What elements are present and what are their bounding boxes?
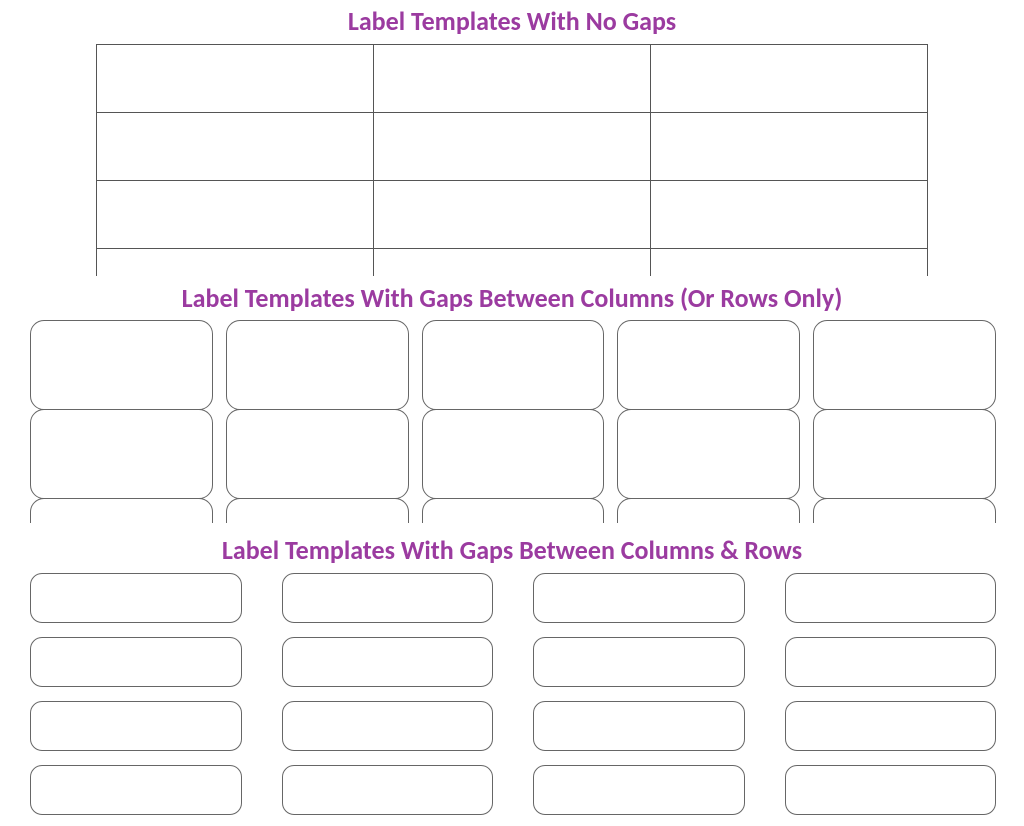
label-cell	[97, 113, 374, 181]
label-cell	[785, 701, 997, 751]
label-cell	[282, 701, 494, 751]
label-cell	[97, 181, 374, 249]
label-cell	[30, 573, 242, 623]
label-cell	[226, 409, 409, 499]
label-cell	[785, 573, 997, 623]
label-cell	[30, 701, 242, 751]
template-no-gaps	[96, 44, 928, 276]
heading-column-gaps: Label Templates With Gaps Between Column…	[0, 282, 1024, 314]
label-cell	[282, 637, 494, 687]
label-cell	[617, 320, 800, 410]
label-cell	[374, 113, 651, 181]
label-cell	[813, 320, 996, 410]
template-column-gaps	[30, 320, 996, 523]
label-cell	[30, 409, 213, 499]
label-cell	[785, 765, 997, 815]
label-cell	[374, 45, 651, 113]
label-cell	[374, 181, 651, 249]
label-column	[813, 320, 996, 523]
label-cell	[813, 409, 996, 499]
label-cell	[617, 409, 800, 499]
label-cell	[97, 45, 374, 113]
label-cell	[533, 637, 745, 687]
template-both-gaps	[30, 573, 996, 826]
grid-both-gaps	[30, 573, 996, 815]
label-column	[617, 320, 800, 523]
label-cell	[533, 573, 745, 623]
label-cell	[533, 701, 745, 751]
label-cell	[651, 45, 928, 113]
label-cell	[374, 249, 651, 277]
label-cell	[282, 765, 494, 815]
label-cell	[785, 637, 997, 687]
label-cell	[651, 181, 928, 249]
label-cell	[30, 765, 242, 815]
label-cell	[226, 498, 409, 523]
label-column	[30, 320, 213, 523]
grid-no-gaps	[96, 44, 928, 276]
label-cell	[813, 498, 996, 523]
label-cell	[533, 765, 745, 815]
label-cell	[422, 409, 605, 499]
label-cell	[282, 573, 494, 623]
heading-both-gaps: Label Templates With Gaps Between Column…	[0, 534, 1024, 566]
grid-column-gaps	[30, 320, 996, 523]
label-cell	[422, 320, 605, 410]
label-cell	[30, 637, 242, 687]
label-cell	[651, 249, 928, 277]
label-cell	[617, 498, 800, 523]
page: Label Templates With No Gaps	[0, 0, 1024, 826]
label-cell	[226, 320, 409, 410]
label-cell	[30, 320, 213, 410]
label-cell	[30, 498, 213, 523]
label-cell	[422, 498, 605, 523]
heading-no-gaps: Label Templates With No Gaps	[0, 5, 1024, 37]
label-column	[422, 320, 605, 523]
label-column	[226, 320, 409, 523]
label-cell	[97, 249, 374, 277]
label-cell	[651, 113, 928, 181]
